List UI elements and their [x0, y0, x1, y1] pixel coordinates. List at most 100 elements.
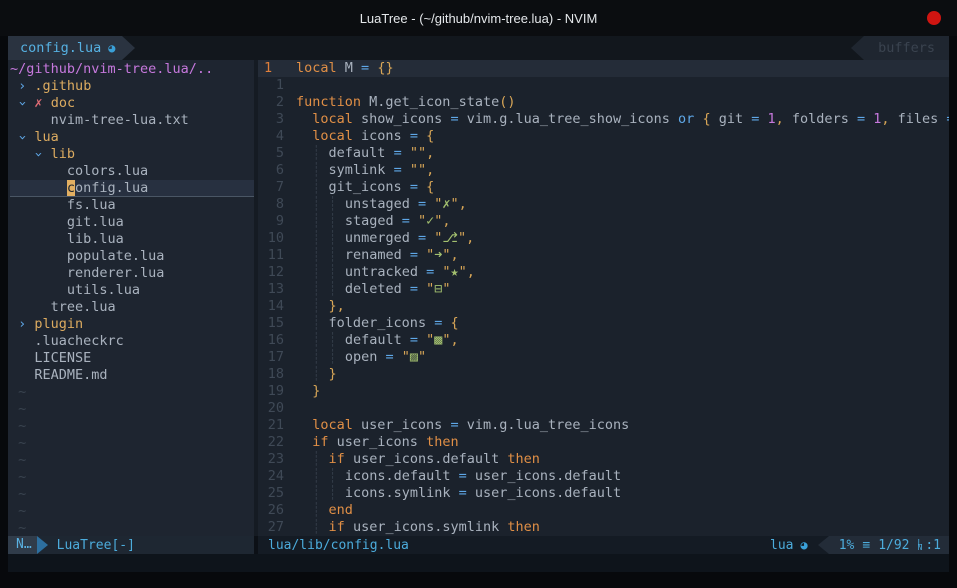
code-line[interactable]: 3 local show_icons = vim.g.lua_tree_show… [258, 111, 949, 128]
tree-row[interactable]: › lib [10, 146, 254, 163]
token: 1 [768, 111, 776, 128]
code-line[interactable]: 19 } [258, 383, 949, 400]
tree-row[interactable]: ~ [10, 418, 254, 435]
tree-row[interactable]: › lua [10, 129, 254, 146]
line-number: 21 [258, 417, 284, 434]
token: ┊ [329, 213, 337, 230]
code-line[interactable]: 23 ┊ if user_icons.default then [258, 451, 949, 468]
token: ┊ [312, 247, 320, 264]
code-line[interactable]: 21 local user_icons = vim.g.lua_tree_ico… [258, 417, 949, 434]
code-line[interactable]: 10 ┊ ┊ unmerged = "⎇", [258, 230, 949, 247]
tree-row[interactable]: › ✗ doc [10, 95, 254, 112]
token [442, 315, 450, 332]
token: " [442, 264, 450, 281]
token: ★ [451, 264, 459, 281]
mode-indicator: N… [8, 536, 37, 554]
tree-row[interactable]: git.lua [10, 214, 254, 231]
code-line[interactable]: 2function M.get_icon_state() [258, 94, 949, 111]
code-line[interactable]: 20 [258, 400, 949, 417]
tree-row[interactable]: ~ [10, 520, 254, 536]
token: ┊ [312, 281, 320, 298]
tree-row[interactable]: tree.lua [10, 299, 254, 316]
code-line[interactable]: 26 ┊ end [258, 502, 949, 519]
code-line[interactable]: 18 ┊ } [258, 366, 949, 383]
code-line[interactable]: 4 local icons = { [258, 128, 949, 145]
token: = [402, 213, 410, 230]
line-number: 20 [258, 400, 284, 417]
tree-row[interactable]: ~ [10, 401, 254, 418]
token: ┊ [312, 485, 320, 502]
code-line[interactable]: 5 ┊ default = "", [258, 145, 949, 162]
code-line[interactable]: 25 ┊ ┊ icons.symlink = user_icons.defaul… [258, 485, 949, 502]
tree-row[interactable]: lib.lua [10, 231, 254, 248]
line-number: 7 [258, 179, 284, 196]
tree-row[interactable]: README.md [10, 367, 254, 384]
tree-row[interactable]: renderer.lua [10, 265, 254, 282]
code-line[interactable]: 22 if user_icons then [258, 434, 949, 451]
tree-row[interactable]: utils.lua [10, 282, 254, 299]
tree-row[interactable]: ~ [10, 469, 254, 486]
token [296, 332, 312, 349]
code-line[interactable]: 16 ┊ ┊ default = "▩", [258, 332, 949, 349]
code-line[interactable]: 15 ┊ folder_icons = { [258, 315, 949, 332]
tree-row[interactable]: ~ [10, 486, 254, 503]
code-line[interactable]: 6 ┊ symlink = "", [258, 162, 949, 179]
token [320, 281, 328, 298]
token: " [426, 247, 434, 264]
tree-row[interactable]: nvim-tree-lua.txt [10, 112, 254, 129]
tree-row[interactable]: ~ [10, 435, 254, 452]
token: ~/github/nvim-tree.lua/.. [10, 61, 213, 77]
tab-config-lua[interactable]: config.lua ◕ [8, 36, 122, 60]
token: default [320, 145, 393, 162]
code-line[interactable]: 13 ┊ ┊ deleted = "⊟" [258, 281, 949, 298]
code-line[interactable]: 9 ┊ ┊ staged = "✓", [258, 213, 949, 230]
tree-row[interactable]: ~ [10, 503, 254, 520]
token [320, 264, 328, 281]
tree-row[interactable]: › plugin [10, 316, 254, 333]
tree-row[interactable]: .luacheckrc [10, 333, 254, 350]
tree-row[interactable]: ~/github/nvim-tree.lua/.. [10, 61, 254, 78]
token [296, 179, 312, 196]
token: ~ [18, 384, 26, 400]
code-line[interactable]: 11 ┊ ┊ renamed = "➜", [258, 247, 949, 264]
token: ┊ [312, 213, 320, 230]
line-number: 13 [258, 281, 284, 298]
close-button[interactable] [927, 11, 941, 25]
token: user_icons.default [345, 451, 508, 468]
command-line[interactable] [8, 554, 949, 572]
tree-row[interactable]: LICENSE [10, 350, 254, 367]
token: " [426, 332, 434, 349]
token [10, 78, 18, 94]
token: { [426, 128, 434, 145]
code-line[interactable]: 14 ┊ }, [258, 298, 949, 315]
code-line[interactable]: 24 ┊ ┊ icons.default = user_icons.defaul… [258, 468, 949, 485]
code-line[interactable]: 1local M = {} [258, 60, 949, 77]
token: M [337, 60, 361, 77]
token: local [312, 417, 353, 434]
code-line[interactable]: 8 ┊ ┊ unstaged = "✗", [258, 196, 949, 213]
tree-row[interactable]: populate.lua [10, 248, 254, 265]
buffers-section[interactable]: buffers [864, 36, 949, 60]
tree-row[interactable]: › .github [10, 78, 254, 95]
code-line[interactable]: 17 ┊ ┊ open = "▨" [258, 349, 949, 366]
token [296, 145, 312, 162]
token [402, 162, 410, 179]
tree-row[interactable]: fs.lua [10, 197, 254, 214]
token: ┊ [312, 315, 320, 332]
token [10, 299, 51, 315]
code-line[interactable]: 7 ┊ git_icons = { [258, 179, 949, 196]
token: = [418, 196, 426, 213]
tree-row[interactable]: ~ [10, 384, 254, 401]
tree-row[interactable]: ~ [10, 452, 254, 469]
token [434, 264, 442, 281]
code-line[interactable]: 12 ┊ ┊ untracked = "★", [258, 264, 949, 281]
code-line[interactable]: 27 ┊ if user_icons.symlink then [258, 519, 949, 536]
token: ┊ [312, 230, 320, 247]
code-line[interactable]: 1 [258, 77, 949, 94]
tree-row[interactable]: config.lua [10, 180, 254, 197]
token [296, 468, 312, 485]
token [10, 180, 67, 196]
token: if [329, 451, 345, 468]
token [296, 434, 312, 451]
tree-row[interactable]: colors.lua [10, 163, 254, 180]
